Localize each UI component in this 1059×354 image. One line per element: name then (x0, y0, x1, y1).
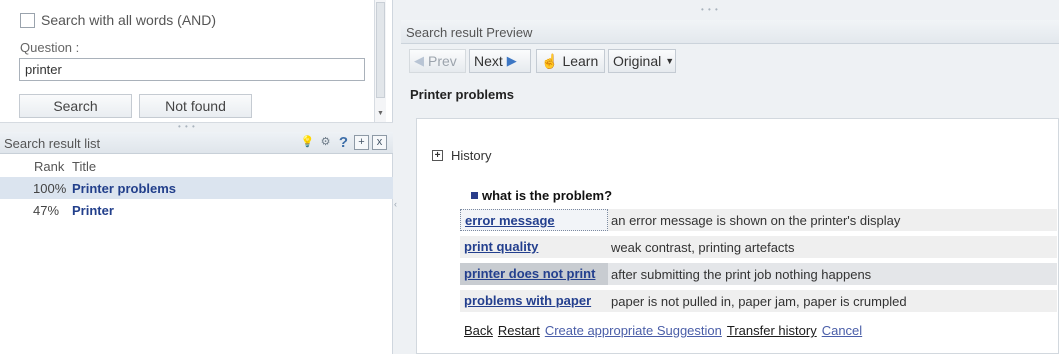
learn-button[interactable]: ☝ Learn (536, 49, 605, 73)
answer-link[interactable]: printer does not print (460, 263, 608, 285)
search-button[interactable]: Search (19, 94, 132, 118)
title-column-header[interactable]: Title (72, 159, 96, 174)
preview-pane: • • • Search result Preview ◀ Prev Next … (401, 0, 1059, 354)
back-link[interactable]: Back (464, 323, 493, 338)
restart-link[interactable]: Restart (498, 323, 540, 338)
cancel-link[interactable]: Cancel (822, 323, 862, 338)
scrollbar-thumb[interactable] (376, 2, 385, 98)
result-list-title: Search result list (4, 136, 101, 151)
answer-option: printer does not print after submitting … (460, 263, 1057, 285)
gear-icon[interactable]: ⚙ (318, 135, 333, 150)
splitter-collapse-icon[interactable]: ‹ (394, 200, 397, 209)
answer-link[interactable]: error message (460, 209, 608, 231)
hand-icon: ☝ (541, 52, 559, 69)
create-suggestion-link[interactable]: Create appropriate Suggestion (545, 323, 722, 338)
result-rank: 100% (33, 181, 67, 196)
result-list-columns: Rank Title (0, 155, 393, 176)
question-input[interactable] (19, 58, 365, 81)
bulb-icon[interactable]: 💡 (300, 135, 315, 150)
left-pane: Search with all words (AND) Question : S… (0, 0, 393, 354)
action-links: Back Restart Create appropriate Suggesti… (464, 323, 862, 338)
not-found-button[interactable]: Not found (139, 94, 252, 118)
close-icon[interactable]: x (372, 135, 387, 150)
history-label: History (451, 148, 492, 163)
answer-description: weak contrast, printing artefacts (611, 240, 795, 255)
all-words-label: Search with all words (AND) (41, 12, 217, 28)
scroll-down-icon[interactable]: ▼ (375, 108, 386, 120)
preview-toolbar: ◀ Prev Next ▶ ☝ Learn Original ▼ (401, 45, 1059, 78)
answer-description: an error message is shown on the printer… (611, 213, 901, 228)
all-words-option[interactable]: Search with all words (AND) (20, 11, 216, 29)
vertical-splitter[interactable]: ‹ (393, 0, 401, 354)
original-dropdown[interactable]: Original ▼ (608, 49, 676, 73)
expand-icon[interactable]: + (432, 150, 443, 161)
bullet-icon (471, 192, 478, 199)
answer-link[interactable]: print quality (460, 236, 608, 258)
prev-label: Prev (428, 53, 457, 69)
question-text: what is the problem? (482, 188, 613, 203)
preview-title: Search result Preview (406, 25, 533, 40)
preview-header: Search result Preview (401, 20, 1059, 44)
answer-option: problems with paper paper is not pulled … (460, 290, 1057, 312)
result-list-tools: 💡 ⚙ ? + x (300, 135, 387, 150)
result-list-header: Search result list 💡 ⚙ ? + x (0, 132, 393, 154)
top-grip-icon: • • • (701, 5, 719, 14)
answer-description: after submitting the print job nothing h… (611, 267, 872, 282)
history-toggle[interactable]: + History (432, 148, 491, 163)
result-title[interactable]: Printer (72, 203, 114, 218)
help-icon[interactable]: ? (336, 135, 351, 150)
add-icon[interactable]: + (354, 135, 369, 150)
question-heading: what is the problem? (471, 188, 612, 203)
answer-option: print quality weak contrast, printing ar… (460, 236, 1057, 258)
search-form-scrollbar[interactable]: ▼ (374, 0, 386, 122)
horizontal-splitter[interactable]: • • • (0, 122, 393, 132)
document-title: Printer problems (410, 87, 515, 102)
result-row[interactable]: 100% Printer problems (0, 177, 393, 199)
answer-link[interactable]: problems with paper (460, 290, 608, 312)
answer-option: error message an error message is shown … (460, 209, 1057, 231)
result-row[interactable]: 47% Printer (0, 199, 393, 221)
preview-content: + History what is the problem? error mes… (416, 118, 1059, 354)
arrow-left-icon: ◀ (414, 53, 424, 68)
original-label: Original (613, 53, 662, 69)
arrow-right-icon: ▶ (506, 53, 517, 68)
prev-button[interactable]: ◀ Prev (409, 49, 466, 73)
transfer-history-link[interactable]: Transfer history (727, 323, 817, 338)
splitter-grip-icon: • • • (178, 122, 196, 131)
next-button[interactable]: Next ▶ (469, 49, 531, 73)
rank-column-header[interactable]: Rank (34, 159, 64, 174)
caret-down-icon: ▼ (665, 56, 675, 66)
answer-description: paper is not pulled in, paper jam, paper… (611, 294, 907, 309)
all-words-checkbox[interactable] (20, 12, 35, 28)
question-label: Question : (20, 40, 80, 55)
result-title[interactable]: Printer problems (72, 181, 176, 196)
next-label: Next (474, 53, 503, 69)
learn-label: Learn (562, 53, 599, 69)
search-form: Search with all words (AND) Question : S… (0, 0, 374, 122)
result-rank: 47% (33, 203, 60, 218)
